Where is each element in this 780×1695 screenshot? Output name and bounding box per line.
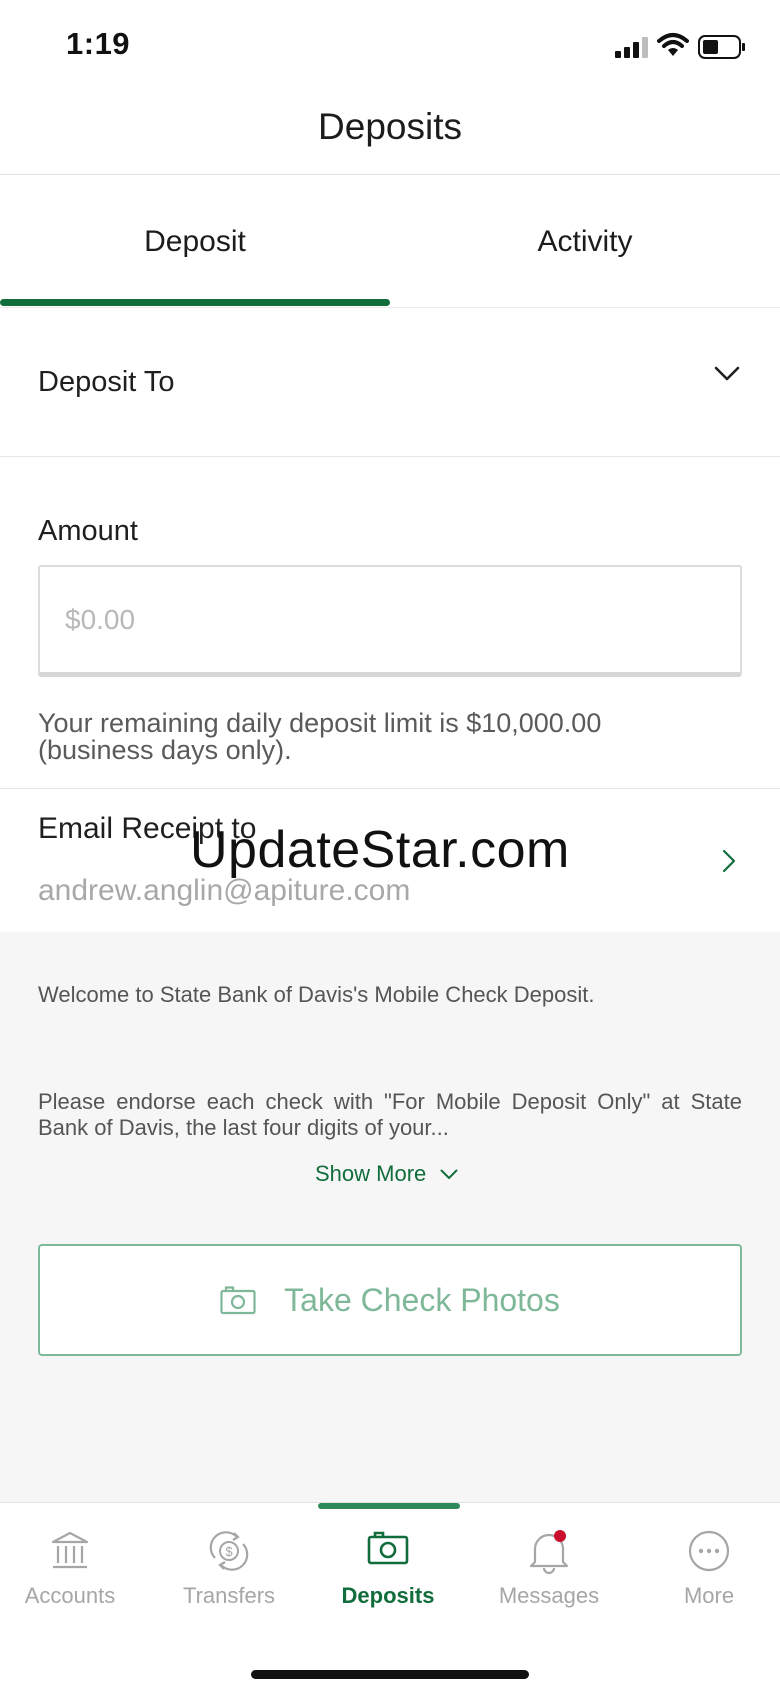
chevron-down-icon[interactable] bbox=[714, 366, 740, 382]
nav-accounts[interactable]: Accounts bbox=[0, 1528, 148, 1628]
camera-icon bbox=[220, 1286, 256, 1315]
nav-messages-label: Messages bbox=[498, 1583, 600, 1608]
status-bar: 1:19 bbox=[0, 0, 780, 92]
segment-tabs: Deposit Activity bbox=[0, 175, 780, 308]
more-icon bbox=[688, 1530, 730, 1572]
amount-label: Amount bbox=[38, 515, 138, 547]
nav-transfers-label: Transfers bbox=[182, 1583, 276, 1608]
tab-deposit[interactable]: Deposit bbox=[0, 175, 390, 308]
tab-selected-indicator bbox=[0, 299, 390, 306]
divider bbox=[0, 456, 780, 457]
battery-icon bbox=[698, 35, 745, 59]
deposit-limit-note: Your remaining daily deposit limit is $1… bbox=[38, 708, 602, 765]
chevron-down-icon bbox=[440, 1169, 458, 1179]
wifi-icon bbox=[657, 33, 689, 56]
nav-messages[interactable]: Messages bbox=[471, 1528, 627, 1628]
bell-icon bbox=[529, 1530, 569, 1574]
nav-deposits-label: Deposits bbox=[341, 1583, 435, 1608]
page-title: Deposits bbox=[318, 106, 462, 147]
take-check-photos-button[interactable]: Take Check Photos bbox=[38, 1244, 742, 1356]
deposit-to-selector[interactable]: Deposit To bbox=[0, 308, 780, 456]
watermark-text: UpdateStar.com bbox=[190, 821, 570, 879]
amount-input[interactable] bbox=[38, 565, 742, 677]
show-more-button[interactable]: Show More bbox=[315, 1161, 458, 1187]
deposit-to-label: Deposit To bbox=[38, 366, 175, 398]
transfer-icon: $ bbox=[209, 1531, 249, 1571]
camera-icon bbox=[367, 1531, 409, 1565]
status-time: 1:19 bbox=[66, 26, 131, 61]
take-check-photos-label: Take Check Photos bbox=[284, 1281, 560, 1318]
bank-icon bbox=[51, 1531, 89, 1569]
tab-activity[interactable]: Activity bbox=[390, 175, 780, 308]
nav-transfers[interactable]: $ Transfers bbox=[151, 1528, 307, 1628]
nav-deposits[interactable]: Deposits bbox=[310, 1528, 466, 1628]
svg-text:$: $ bbox=[225, 1544, 233, 1559]
nav-more-label: More bbox=[683, 1583, 735, 1608]
show-more-label: Show More bbox=[315, 1161, 427, 1186]
endorsement-instructions: Please endorse each check with "For Mobi… bbox=[38, 1089, 742, 1140]
info-section bbox=[0, 932, 780, 1502]
welcome-text: Welcome to State Bank of Davis's Mobile … bbox=[38, 982, 595, 1007]
nav-more[interactable]: More bbox=[631, 1528, 780, 1628]
chevron-right-icon[interactable] bbox=[722, 849, 736, 873]
tabbar-active-indicator bbox=[318, 1503, 460, 1509]
notification-badge bbox=[554, 1530, 566, 1542]
home-indicator bbox=[251, 1670, 529, 1679]
cellular-signal-icon bbox=[615, 37, 648, 58]
nav-accounts-label: Accounts bbox=[24, 1583, 116, 1608]
